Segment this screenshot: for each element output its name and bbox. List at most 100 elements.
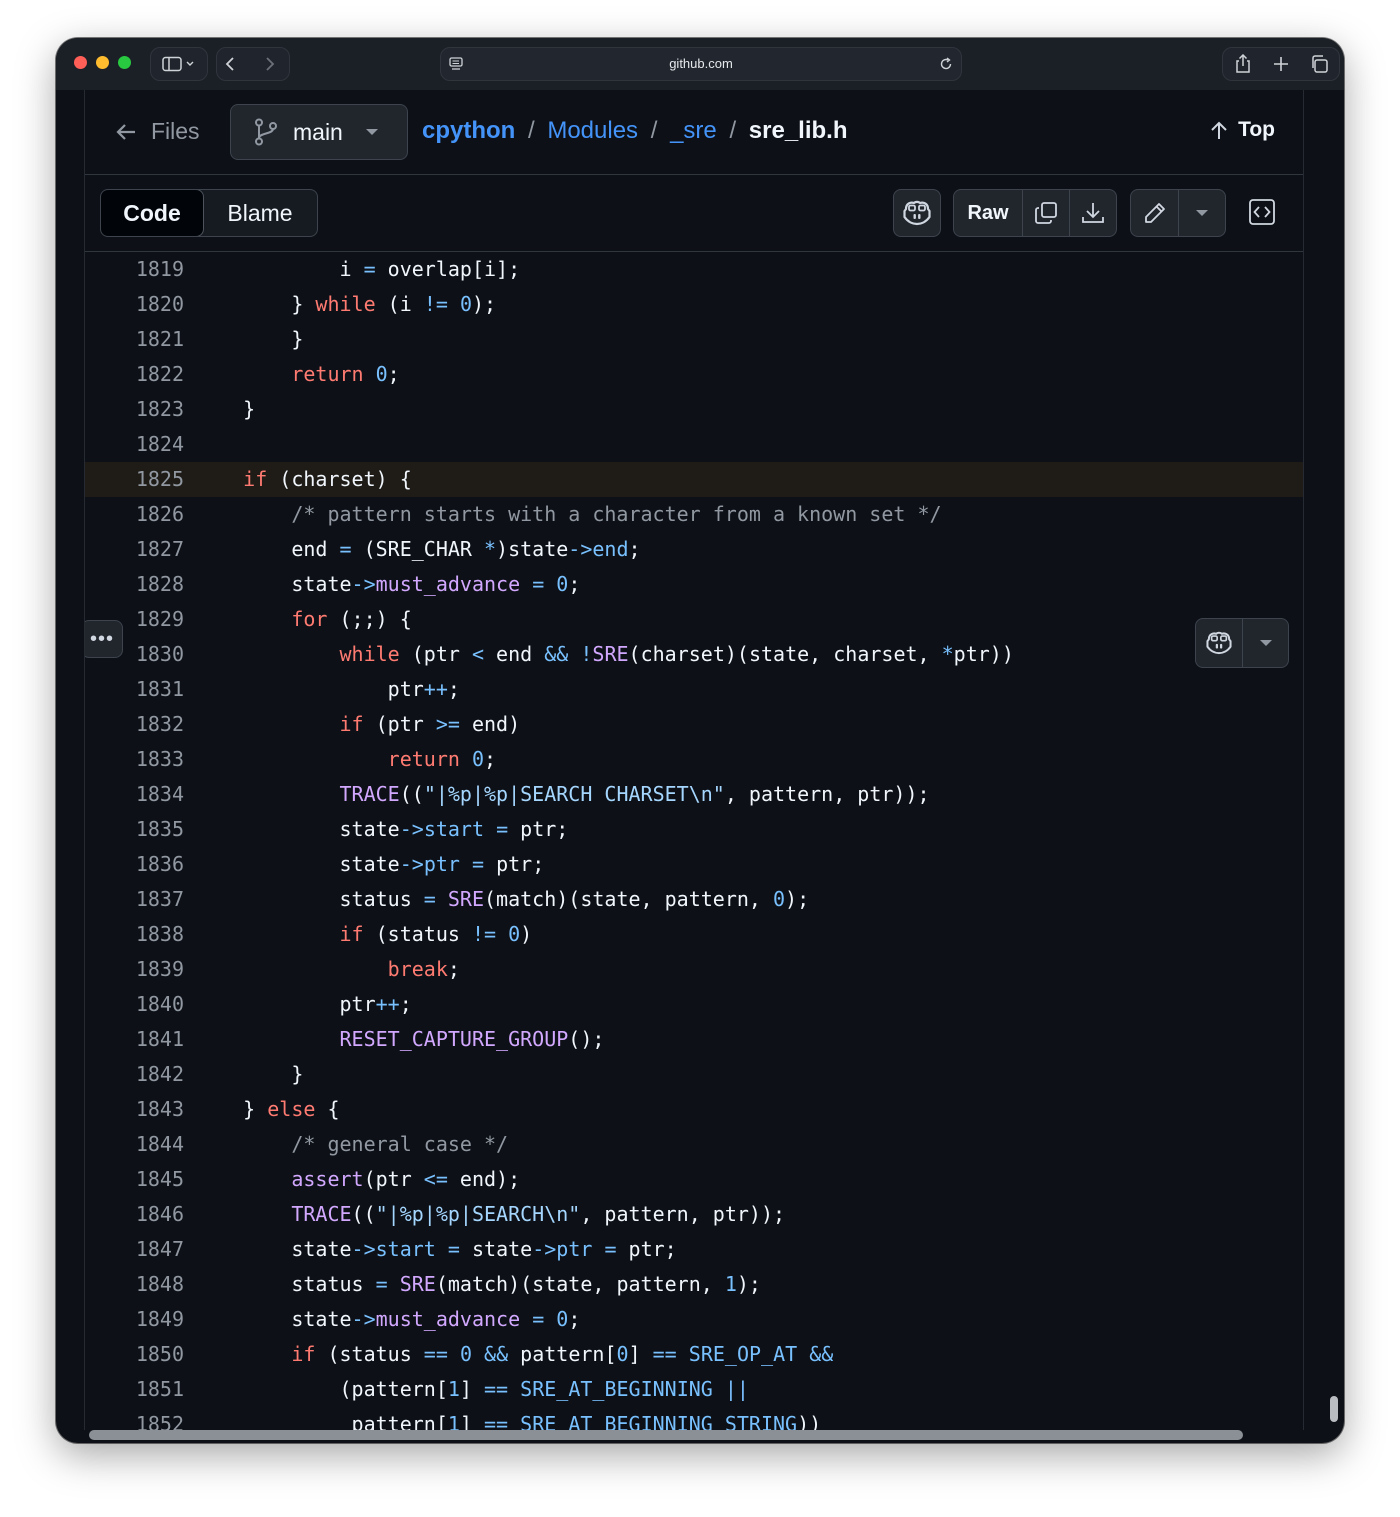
line-number[interactable]: 1822 (109, 357, 184, 392)
horizontal-scrollbar[interactable] (89, 1430, 1243, 1440)
download-icon (1082, 203, 1104, 223)
line-number[interactable]: 1820 (109, 287, 184, 322)
share-icon[interactable] (1234, 54, 1252, 74)
address-bar[interactable]: github.com (440, 47, 962, 81)
line-number[interactable]: 1837 (109, 882, 184, 917)
symbols-panel-button[interactable] (1239, 189, 1285, 235)
line-number[interactable]: 1836 (109, 847, 184, 882)
code-token: (( (351, 1202, 376, 1226)
code-token: ; (628, 537, 641, 561)
line-number[interactable]: 1845 (109, 1162, 184, 1197)
line-number[interactable]: 1841 (109, 1022, 184, 1057)
line-number[interactable]: 1850 (109, 1337, 184, 1372)
code-token: 0 (375, 362, 388, 386)
line-number[interactable]: 1828 (109, 567, 184, 602)
copilot-button[interactable] (893, 189, 941, 237)
code-token: must_advance (375, 1307, 521, 1331)
edit-file-button[interactable] (1131, 190, 1180, 236)
line-number[interactable]: 1833 (109, 742, 184, 777)
file-toolbar: Code Blame Raw (85, 175, 1303, 252)
line-number[interactable]: 1832 (109, 707, 184, 742)
breadcrumb-repo[interactable]: cpython (422, 117, 515, 144)
line-number[interactable]: 1819 (109, 252, 184, 287)
download-button[interactable] (1070, 190, 1116, 236)
line-number[interactable]: 1852 (109, 1407, 184, 1430)
sidebar-toggle-button[interactable] (150, 47, 208, 81)
line-number[interactable]: 1827 (109, 532, 184, 567)
copilot-options-button[interactable] (1243, 619, 1288, 667)
vertical-scrollbar[interactable] (1330, 1396, 1338, 1422)
code-token: )state (496, 537, 569, 561)
code-line: 1823 } (85, 392, 1303, 427)
line-number[interactable]: 1847 (109, 1232, 184, 1267)
code-token: -> (532, 1237, 557, 1261)
code-text: state->start = state->ptr = ptr; (195, 1232, 677, 1267)
line-options-button[interactable]: ••• (85, 620, 123, 658)
line-number[interactable]: 1842 (109, 1057, 184, 1092)
back-icon[interactable] (219, 55, 253, 73)
zoom-window-button[interactable] (118, 56, 131, 69)
files-button[interactable]: Files (115, 118, 200, 145)
code-token: must_advance (375, 572, 521, 596)
copilot-icon (1206, 631, 1232, 655)
raw-button[interactable]: Raw (954, 190, 1023, 236)
code-text: TRACE(("|%p|%p|SEARCH CHARSET\n", patter… (195, 777, 930, 812)
breadcrumb-dir-modules[interactable]: Modules (547, 117, 638, 144)
line-number[interactable]: 1825 (109, 462, 184, 497)
code-text: status = SRE(match)(state, pattern, 0); (195, 882, 810, 917)
code-token: (( (399, 782, 424, 806)
minimize-window-button[interactable] (96, 56, 109, 69)
caret-down-icon (1196, 210, 1209, 216)
ask-copilot-button[interactable] (1196, 619, 1244, 667)
line-number[interactable]: 1839 (109, 952, 184, 987)
tab-blame[interactable]: Blame (203, 190, 317, 236)
line-number[interactable]: 1826 (109, 497, 184, 532)
forward-icon[interactable] (253, 55, 287, 73)
code-text: } while (i != 0); (195, 287, 496, 322)
line-number[interactable]: 1851 (109, 1372, 184, 1407)
tab-overview-icon[interactable] (1310, 55, 1329, 73)
code-token: ; (568, 1307, 581, 1331)
breadcrumb-dir-sre[interactable]: _sre (670, 117, 717, 144)
code-token: -> (399, 817, 424, 841)
code-token: ptr; (484, 852, 545, 876)
code-token: ++ (375, 992, 400, 1016)
copy-raw-button[interactable] (1023, 190, 1070, 236)
code-token: && (544, 642, 569, 666)
code-token: ] (628, 1342, 653, 1366)
line-number[interactable]: 1834 (109, 777, 184, 812)
line-number[interactable]: 1835 (109, 812, 184, 847)
line-number[interactable]: 1840 (109, 987, 184, 1022)
sidebar-icon (162, 56, 194, 72)
code-line: 1841 RESET_CAPTURE_GROUP(); (85, 1022, 1303, 1057)
line-number[interactable]: 1821 (109, 322, 184, 357)
code-token: } (291, 1062, 304, 1086)
code-line: 1839 break; (85, 952, 1303, 987)
code-token: ! (580, 642, 593, 666)
line-number[interactable]: 1838 (109, 917, 184, 952)
code-token: ptr (556, 1237, 593, 1261)
code-token: (pattern[ (339, 1377, 448, 1401)
code-token: (charset) { (267, 467, 412, 491)
tab-code[interactable]: Code (101, 190, 204, 236)
line-number[interactable]: 1823 (109, 392, 184, 427)
line-number[interactable]: 1824 (109, 427, 184, 462)
branch-selector[interactable]: main (230, 104, 408, 160)
reload-icon[interactable] (939, 57, 953, 71)
line-number[interactable]: 1848 (109, 1267, 184, 1302)
top-button[interactable]: Top (1210, 118, 1275, 142)
edit-options-button[interactable] (1179, 190, 1225, 236)
code-token: ptr; (616, 1237, 677, 1261)
close-window-button[interactable] (74, 56, 87, 69)
line-number[interactable]: 1843 (109, 1092, 184, 1127)
line-number[interactable]: 1831 (109, 672, 184, 707)
new-tab-icon[interactable] (1273, 56, 1289, 72)
line-number[interactable]: 1849 (109, 1302, 184, 1337)
line-number[interactable]: 1846 (109, 1197, 184, 1232)
code-token: TRACE (291, 1202, 352, 1226)
line-number[interactable]: 1844 (109, 1127, 184, 1162)
code-line: 1833 return 0; (85, 742, 1303, 777)
code-token: state (291, 572, 352, 596)
